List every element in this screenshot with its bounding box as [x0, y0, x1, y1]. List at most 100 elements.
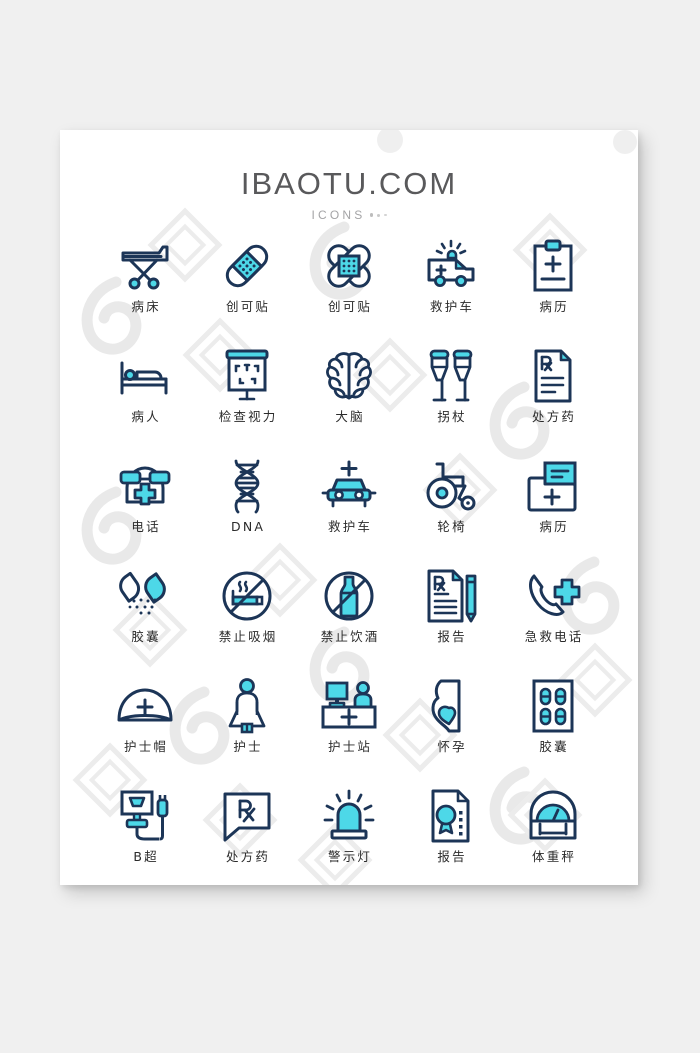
- icon-cell-emergency-call[interactable]: 急救电话: [502, 565, 604, 675]
- subtitle-row: ICONS: [60, 208, 638, 222]
- page-root: IBAOTU.COM ICONS 病床 创可贴 创可贴 救护车 病历 病人 检查…: [0, 0, 700, 1053]
- icon-cell-bandaid-1[interactable]: 创可贴: [196, 235, 298, 345]
- page-title: IBAOTU.COM: [240, 166, 458, 201]
- icon-label: 急救电话: [524, 629, 584, 644]
- certificate-icon: [427, 785, 475, 847]
- brain-icon: [324, 345, 374, 407]
- icon-label: 处方药: [532, 409, 577, 424]
- emergency-phone-icon: [524, 565, 582, 627]
- ambulance-van-icon: [424, 235, 478, 297]
- reception-desk-icon: [319, 675, 379, 737]
- bandaid-icon: [221, 235, 273, 297]
- icon-label: 病床: [131, 299, 161, 314]
- icon-cell-nurse[interactable]: 护士: [196, 675, 298, 785]
- icon-cell-prescription-1[interactable]: 处方药: [502, 345, 604, 455]
- icon-label: 报告: [437, 629, 467, 644]
- icon-cell-medical-record-1[interactable]: 病历: [502, 235, 604, 345]
- icon-cell-medical-record-2[interactable]: 病历: [502, 455, 604, 565]
- icon-label: 禁止吸烟: [218, 629, 278, 644]
- icon-label: 报告: [437, 849, 467, 864]
- wheelchair-icon: [423, 455, 479, 517]
- rx-report-pencil-icon: [424, 565, 478, 627]
- bandaid-cross-icon: [322, 235, 376, 297]
- blister-pack-icon: [530, 675, 576, 737]
- icon-label: 病历: [539, 519, 569, 534]
- icon-cell-nurse-cap[interactable]: 护士帽: [94, 675, 196, 785]
- subtitle-text: ICONS: [311, 208, 366, 222]
- icon-cell-ambulance-van[interactable]: 救护车: [400, 235, 502, 345]
- icon-label: 护士: [233, 739, 263, 754]
- stretcher-icon: [117, 235, 173, 297]
- icon-cell-no-smoking[interactable]: 禁止吸烟: [196, 565, 298, 675]
- icon-label: 救护车: [430, 299, 475, 314]
- icon-label: 检查视力: [218, 409, 278, 424]
- icon-label: 轮椅: [437, 519, 467, 534]
- icon-cell-bandaid-cross[interactable]: 创可贴: [298, 235, 400, 345]
- telephone-icon: [118, 455, 172, 517]
- icon-cell-pill-pack[interactable]: 胶囊: [502, 675, 604, 785]
- rx-document-icon: [529, 345, 577, 407]
- icon-grid: 病床 创可贴 创可贴 救护车 病历 病人 检查视力 大脑 拐杖 处方药 电话 D…: [94, 235, 604, 885]
- icon-label: DNA: [231, 519, 266, 534]
- ambulance-car-icon: [320, 455, 378, 517]
- icon-label: B超: [133, 849, 159, 864]
- no-alcohol-icon: [322, 565, 376, 627]
- subtitle-dot-2: [377, 213, 380, 217]
- icon-cell-weight-scale[interactable]: 体重秤: [502, 785, 604, 885]
- clipboard-icon: [529, 235, 577, 297]
- icon-cell-wheelchair[interactable]: 轮椅: [400, 455, 502, 565]
- icon-cell-hospital-bed[interactable]: 病床: [94, 235, 196, 345]
- icon-cell-ultrasound[interactable]: B超: [94, 785, 196, 885]
- icon-label: 病历: [539, 299, 569, 314]
- nurse-cap-icon: [115, 675, 175, 737]
- subtitle-dot-3: [384, 213, 387, 217]
- icon-label: 创可贴: [328, 299, 373, 314]
- icon-cell-ambulance-car[interactable]: 救护车: [298, 455, 400, 565]
- icon-cell-prescription-2[interactable]: 处方药: [196, 785, 298, 885]
- icon-cell-report-award[interactable]: 报告: [400, 785, 502, 885]
- patient-bed-icon: [117, 345, 173, 407]
- icon-label: 警示灯: [328, 849, 373, 864]
- eye-chart-icon: [221, 345, 273, 407]
- icon-label: 体重秤: [532, 849, 577, 864]
- icon-cell-warning-light[interactable]: 警示灯: [298, 785, 400, 885]
- icon-label: 拐杖: [437, 409, 467, 424]
- file-folder-icon: [526, 455, 580, 517]
- icon-label: 护士站: [328, 739, 373, 754]
- card-header: IBAOTU.COM ICONS: [60, 168, 638, 222]
- icon-set-card: IBAOTU.COM ICONS 病床 创可贴 创可贴 救护车 病历 病人 检查…: [60, 130, 638, 885]
- icon-label: 病人: [131, 409, 161, 424]
- icon-label: 胶囊: [539, 739, 569, 754]
- icon-cell-brain[interactable]: 大脑: [298, 345, 400, 455]
- capsule-open-icon: [116, 565, 174, 627]
- icon-cell-crutches[interactable]: 拐杖: [400, 345, 502, 455]
- subtitle-dot-1: [369, 213, 373, 217]
- icon-label: 救护车: [328, 519, 373, 534]
- rx-speech-bubble-icon: [220, 785, 274, 847]
- icon-cell-no-alcohol[interactable]: 禁止饮酒: [298, 565, 400, 675]
- no-smoking-icon: [220, 565, 274, 627]
- pregnant-belly-icon: [427, 675, 475, 737]
- weight-scale-icon: [526, 785, 580, 847]
- icon-label: 胶囊: [131, 629, 161, 644]
- ultrasound-monitor-icon: [117, 785, 173, 847]
- icon-label: 护士帽: [124, 739, 169, 754]
- icon-label: 创可贴: [226, 299, 271, 314]
- icon-cell-report-rx[interactable]: 报告: [400, 565, 502, 675]
- icon-label: 怀孕: [437, 739, 467, 754]
- siren-light-icon: [320, 785, 378, 847]
- dna-helix-icon: [226, 455, 268, 517]
- icon-cell-eye-test[interactable]: 检查视力: [196, 345, 298, 455]
- icon-label: 电话: [131, 519, 161, 534]
- nurse-figure-icon: [224, 675, 270, 737]
- crutches-icon: [425, 345, 477, 407]
- icon-cell-dna[interactable]: DNA: [196, 455, 298, 565]
- icon-cell-pregnancy[interactable]: 怀孕: [400, 675, 502, 785]
- icon-label: 处方药: [226, 849, 271, 864]
- icon-label: 禁止饮酒: [320, 629, 380, 644]
- icon-label: 大脑: [335, 409, 365, 424]
- icon-cell-nurse-station[interactable]: 护士站: [298, 675, 400, 785]
- icon-cell-telephone[interactable]: 电话: [94, 455, 196, 565]
- icon-cell-patient[interactable]: 病人: [94, 345, 196, 455]
- icon-cell-capsule-powder[interactable]: 胶囊: [94, 565, 196, 675]
